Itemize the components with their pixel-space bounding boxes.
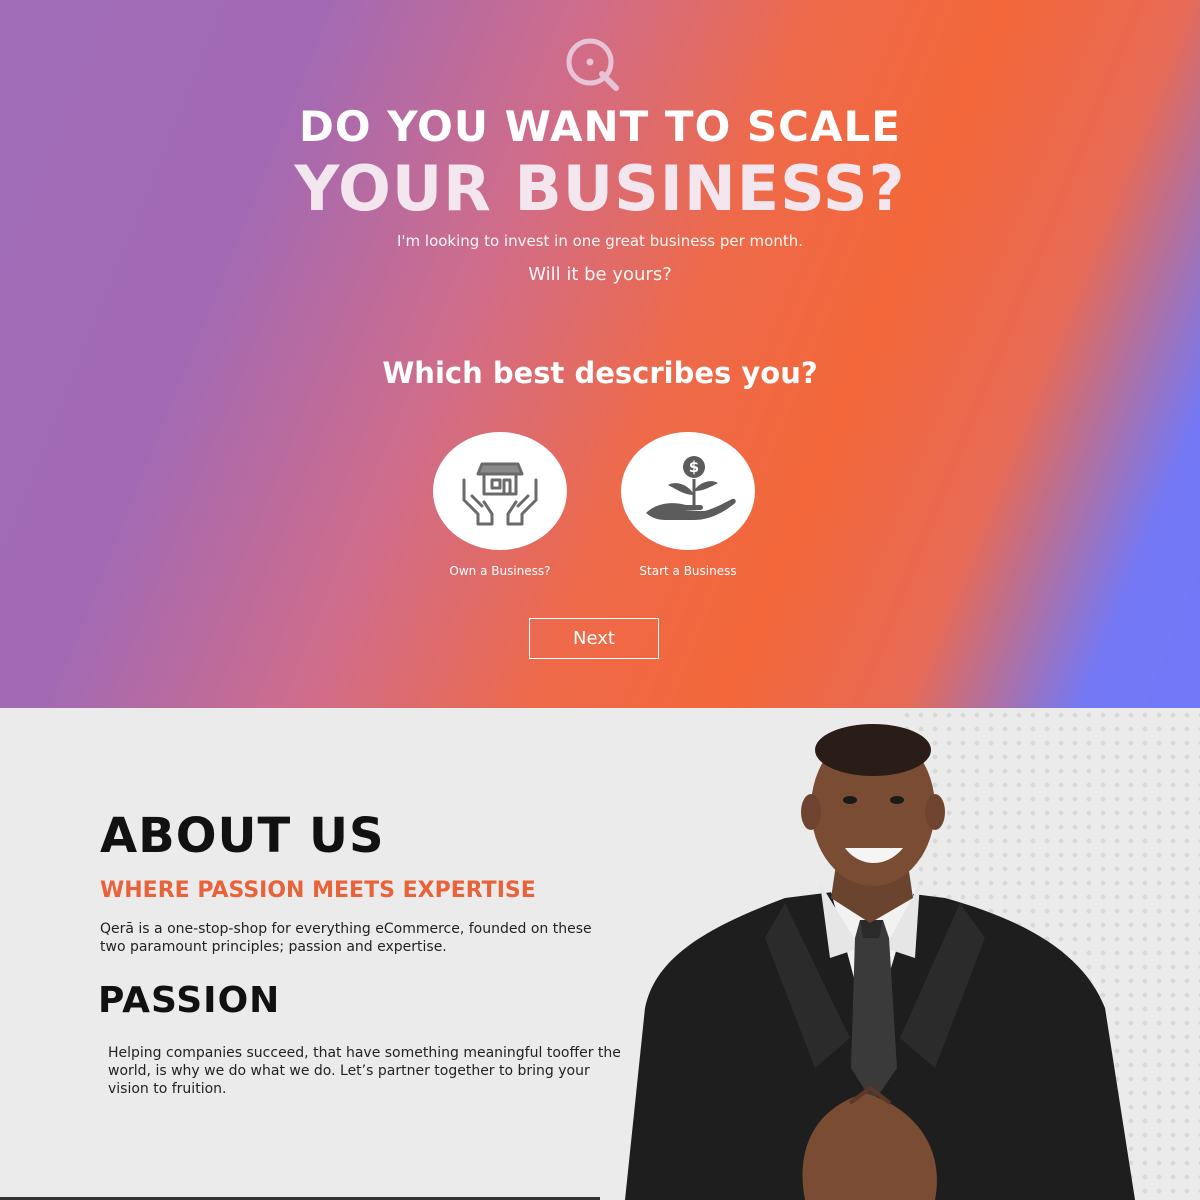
option-circle[interactable]: $ xyxy=(621,432,755,550)
hero-subtitle: I'm looking to invest in one great busin… xyxy=(396,232,803,250)
option-label: Own a Business? xyxy=(449,564,551,578)
option-label: Start a Business xyxy=(639,564,737,578)
passion-description: Helping companies succeed, that have som… xyxy=(108,1045,621,1097)
headline-line2: YOUR BUSINESS? xyxy=(294,152,906,225)
q-logo-icon xyxy=(566,38,619,91)
option-own-business[interactable]: Own a Business? xyxy=(420,432,580,578)
passion-title: PASSION xyxy=(98,980,281,1021)
about-section: ABOUT US WHERE PASSION MEETS EXPERTISE Q… xyxy=(0,708,1200,1200)
headline-line1: DO YOU WANT TO SCALE xyxy=(299,102,901,151)
about-tagline: WHERE PASSION MEETS EXPERTISE xyxy=(100,878,536,903)
about-description: Qerā is a one-stop-shop for everything e… xyxy=(100,921,592,955)
question-heading: Which best describes you? xyxy=(382,356,818,390)
store-in-hands-icon xyxy=(462,462,538,526)
about-title: ABOUT US xyxy=(100,808,385,864)
hero-section: DO YOU WANT TO SCALE YOUR BUSINESS? I'm … xyxy=(0,0,1200,708)
businessman-photo xyxy=(625,724,1135,1200)
svg-text:$: $ xyxy=(689,458,699,476)
hero-subtitle-2: Will it be yours? xyxy=(528,264,672,285)
option-start-business[interactable]: $ Start a Business xyxy=(608,432,768,578)
money-plant-hand-icon: $ xyxy=(646,456,736,520)
next-button[interactable]: Next xyxy=(529,618,659,659)
option-circle[interactable] xyxy=(433,432,567,550)
